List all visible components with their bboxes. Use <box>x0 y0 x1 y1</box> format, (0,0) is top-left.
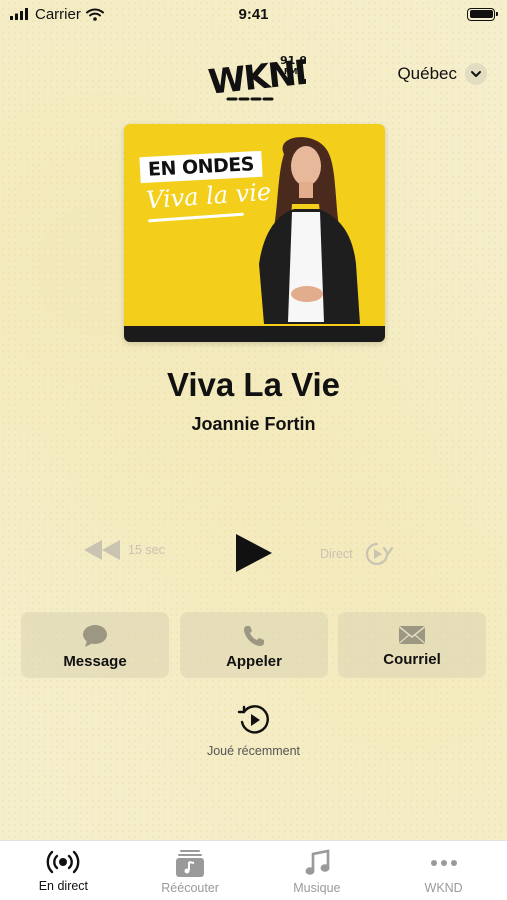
carrier-label: Carrier <box>35 5 81 23</box>
show-artwork: EN ONDES Viva la vie <box>124 124 385 342</box>
play-button[interactable] <box>234 532 274 574</box>
phone-icon <box>244 626 264 646</box>
tab-music-label: Musique <box>293 881 341 895</box>
speech-bubble-icon <box>83 625 107 647</box>
music-note-icon <box>305 849 330 875</box>
replay-list-icon <box>176 850 205 877</box>
email-button[interactable]: Courriel <box>338 612 486 678</box>
more-dots-icon <box>430 860 457 866</box>
tab-wknd[interactable]: WKND <box>380 841 507 900</box>
rewind-button[interactable]: 15 sec <box>82 538 165 562</box>
show-host: Joannie Fortin <box>191 414 316 434</box>
region-label: Québec <box>397 64 457 83</box>
tab-live[interactable]: En direct <box>0 841 127 900</box>
live-refresh-icon <box>365 542 393 566</box>
logo-fm: FM <box>284 67 297 76</box>
play-icon <box>236 534 272 572</box>
call-button[interactable]: Appeler <box>180 612 328 678</box>
wifi-icon <box>85 8 104 21</box>
recently-played-button[interactable]: Joué récemment <box>0 704 507 758</box>
tab-wknd-label: WKND <box>424 881 463 895</box>
signal-icon <box>10 8 28 20</box>
region-selector[interactable]: Québec <box>397 63 487 85</box>
message-label: Message <box>63 653 127 670</box>
broadcast-icon <box>46 850 80 874</box>
wknd-logo: WKND 91.9 FM <box>206 51 306 103</box>
call-label: Appeler <box>226 653 282 670</box>
chevron-down-icon <box>465 63 487 85</box>
tab-live-label: En direct <box>38 879 89 893</box>
status-left: Carrier <box>10 6 104 23</box>
rewind-label: 15 sec <box>128 543 165 557</box>
rewind-icon <box>84 540 120 560</box>
envelope-icon <box>399 626 425 644</box>
email-label: Courriel <box>383 651 441 668</box>
host-portrait <box>259 137 360 324</box>
recently-played-label: Joué récemment <box>206 744 301 758</box>
tab-bar: En direct Réécouter Musique WKND <box>0 840 507 900</box>
status-bar: Carrier 9:41 <box>0 0 507 28</box>
logo-freq: 91.9 <box>280 54 306 67</box>
artwork-floor <box>124 326 385 342</box>
history-play-icon <box>237 705 269 734</box>
battery-icon <box>467 7 498 21</box>
show-title: Viva La Vie <box>166 366 341 403</box>
live-label: Direct <box>320 547 353 561</box>
tab-replay-label: Réécouter <box>161 881 219 895</box>
go-live-button[interactable]: Direct <box>320 538 393 570</box>
tab-replay[interactable]: Réécouter <box>127 841 254 900</box>
tab-music[interactable]: Musique <box>254 841 381 900</box>
message-button[interactable]: Message <box>21 612 169 678</box>
